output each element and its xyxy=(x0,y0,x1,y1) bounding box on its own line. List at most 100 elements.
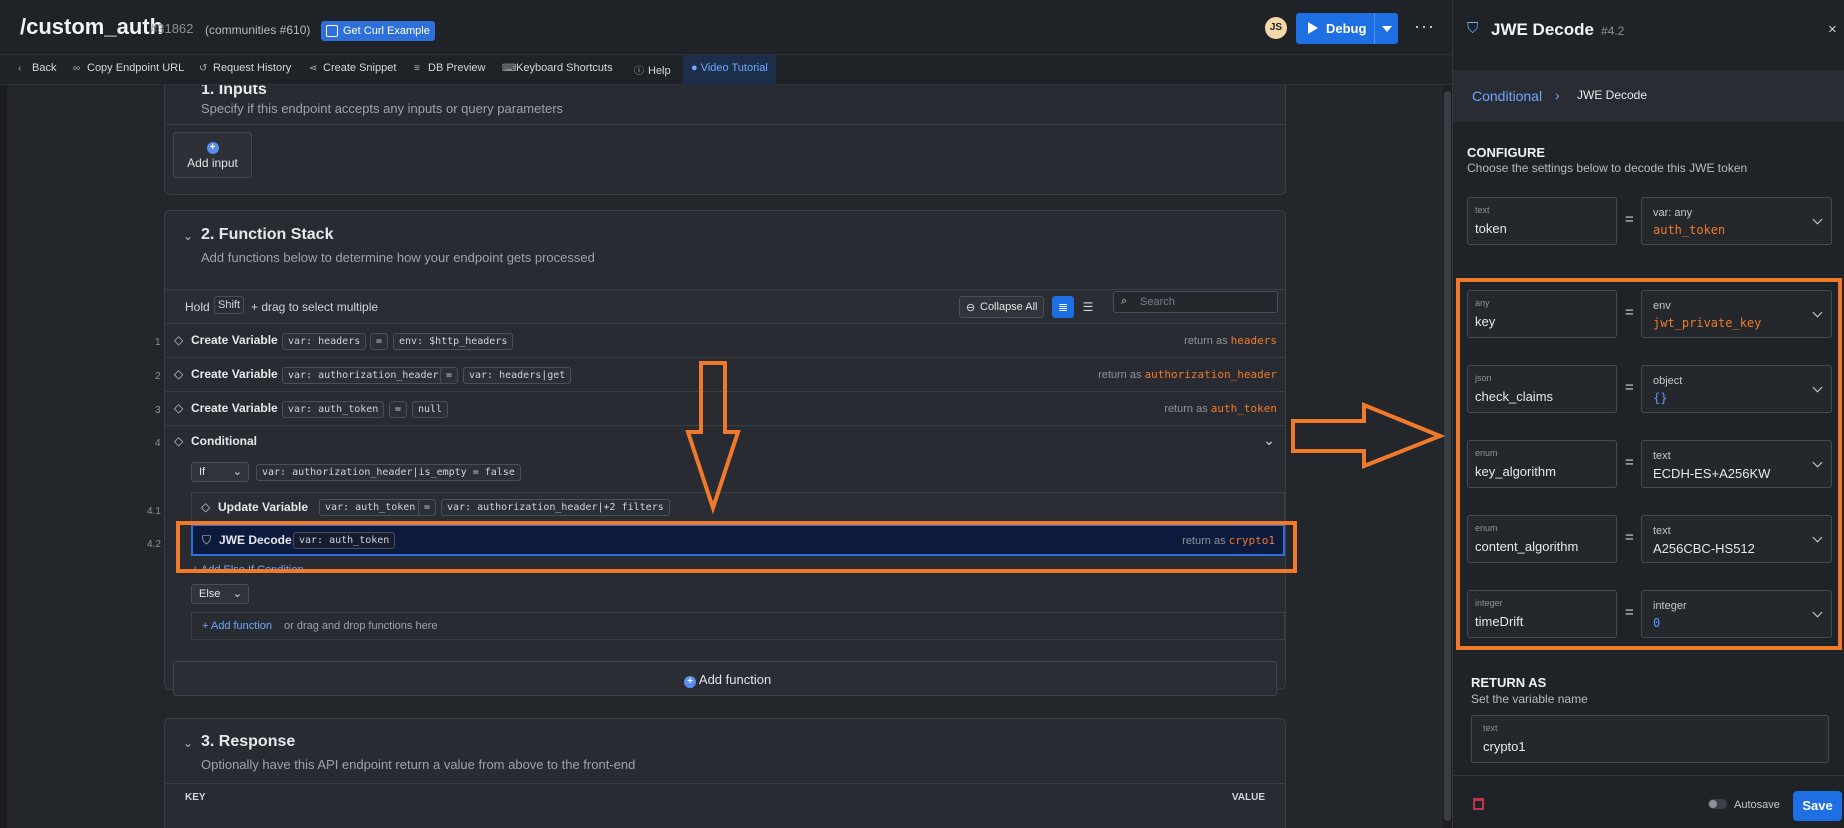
add-input-button[interactable]: + Add input xyxy=(173,132,252,178)
param-name-field[interactable]: any key xyxy=(1467,290,1617,338)
avatar[interactable]: JS xyxy=(1265,17,1287,39)
param-value-field[interactable]: integer 0 xyxy=(1641,590,1832,638)
detail-view-icon[interactable]: ☰ xyxy=(1077,296,1099,318)
copy-endpoint-url-button[interactable]: ∞ Copy Endpoint URL xyxy=(73,62,184,74)
jwe-decode-row[interactable]: ⛉ JWE Decode var: auth_token return as c… xyxy=(191,524,1285,556)
more-icon[interactable]: ··· xyxy=(1414,16,1435,37)
param-name-field[interactable]: integer timeDrift xyxy=(1467,590,1617,638)
get-curl-button[interactable]: Get Curl Example xyxy=(321,21,435,41)
add-function-link[interactable]: + Add function xyxy=(202,620,272,632)
function-row[interactable]: ◇ Update Variable var: auth_token = var:… xyxy=(191,492,1285,522)
if-label: If xyxy=(199,466,206,478)
var-pill: var: authorization_header xyxy=(282,367,445,384)
param-value-field[interactable]: text ECDH-ES+A256KW xyxy=(1641,440,1832,488)
function-row[interactable]: ◇ Create Variable var: authorization_hea… xyxy=(165,357,1285,391)
chevron-down-icon xyxy=(1812,457,1823,468)
function-row[interactable]: ◇ Create Variable var: auth_token = null… xyxy=(165,391,1285,425)
param-name-field[interactable]: enum key_algorithm xyxy=(1467,440,1617,488)
list-view-icon[interactable]: ≣ xyxy=(1052,296,1074,318)
chevron-down-icon[interactable]: ⌄ xyxy=(183,229,193,243)
param-value: auth_token xyxy=(1653,223,1726,237)
create-snippet-button[interactable]: ⋖ Create Snippet xyxy=(309,62,396,74)
keyboard-shortcuts-button[interactable]: ⌨Keyboard Shortcuts xyxy=(502,62,613,74)
chevron-down-icon[interactable]: ⌄ xyxy=(183,736,193,750)
copy-url-label: Copy Endpoint URL xyxy=(87,62,185,74)
param-value-field[interactable]: text A256CBC-HS512 xyxy=(1641,515,1832,563)
value-type: object xyxy=(1653,375,1683,387)
return-value: crypto1 xyxy=(1483,739,1526,754)
trash-icon[interactable] xyxy=(1473,798,1484,810)
return-variable-field[interactable]: text crypto1 xyxy=(1471,715,1829,763)
search-placeholder: Search xyxy=(1140,296,1175,308)
var-pill: var: auth_token xyxy=(293,532,396,549)
add-function-button[interactable]: + Add function xyxy=(173,661,1277,696)
video-tutorial-button[interactable]: ● Video Tutorial xyxy=(683,55,776,85)
equals-pill: = xyxy=(389,401,408,418)
collapse-all-label: Collapse All xyxy=(980,301,1038,313)
param-name-field[interactable]: enum content_algorithm xyxy=(1467,515,1617,563)
panel-title: JWE Decode xyxy=(1491,20,1594,39)
function-row[interactable]: ◇ Create Variable var: headers = env: $h… xyxy=(165,323,1285,357)
breadcrumb-conditional[interactable]: Conditional xyxy=(1472,88,1542,104)
param-name: token xyxy=(1475,221,1507,236)
param-type: enum xyxy=(1475,523,1498,533)
return-as: return as authorization_header xyxy=(1098,368,1277,381)
community-label[interactable]: (communities #610) xyxy=(205,23,310,37)
function-search-input[interactable]: ⌕ Search xyxy=(1113,291,1278,313)
response-subtitle: Optionally have this API endpoint return… xyxy=(201,757,636,772)
conditional-block: ◇ Conditional ⌄ If ⌄ var: authorization_h… xyxy=(165,425,1285,675)
collapse-all-button[interactable]: ⊖ Collapse All xyxy=(959,296,1045,318)
param-name-field[interactable]: text token xyxy=(1467,197,1617,245)
configure-title: CONFIGURE xyxy=(1467,145,1545,160)
value-pill: var: headers|get xyxy=(463,367,572,384)
breadcrumb-current: JWE Decode xyxy=(1577,88,1648,102)
equals-sign: = xyxy=(1625,211,1634,228)
debug-button[interactable]: Debug xyxy=(1296,13,1398,44)
else-dropzone[interactable]: + Add function or drag and drop function… xyxy=(191,612,1285,640)
autosave-label: Autosave xyxy=(1734,799,1780,811)
back-button[interactable]: ‹ Back xyxy=(18,62,56,74)
help-button[interactable]: ⓘ Help xyxy=(634,62,671,77)
function-name: Create Variable xyxy=(191,333,278,347)
param-type: json xyxy=(1475,373,1492,383)
chevron-down-icon[interactable]: ⌄ xyxy=(1263,432,1275,449)
request-history-button[interactable]: ↺ Request History xyxy=(199,62,291,74)
keyboard-icon: ⌨ xyxy=(502,63,517,74)
autosave-toggle[interactable] xyxy=(1708,799,1727,809)
param-name-field[interactable]: json check_claims xyxy=(1467,365,1617,413)
param-value-field[interactable]: var: any auth_token xyxy=(1641,197,1832,245)
chevron-down-icon: ⌄ xyxy=(232,588,242,600)
response-divider xyxy=(165,783,1285,784)
canvas-scroll-thumb[interactable] xyxy=(1444,91,1451,821)
condition-expression[interactable]: var: authorization_header|is_empty = fal… xyxy=(256,464,521,481)
save-button[interactable]: Save xyxy=(1793,791,1842,821)
equals-sign: = xyxy=(1625,604,1634,621)
param-value-field[interactable]: env jwt_private_key xyxy=(1641,290,1832,338)
equals-sign: = xyxy=(1625,529,1634,546)
close-icon[interactable]: × xyxy=(1828,21,1837,38)
else-select[interactable]: Else ⌄ xyxy=(191,584,249,604)
param-type: any xyxy=(1475,298,1490,308)
play-icon xyxy=(1308,22,1318,34)
chevron-down-icon[interactable] xyxy=(1382,26,1392,32)
equals-sign: = xyxy=(1625,379,1634,396)
function-name: JWE Decode xyxy=(219,533,292,547)
row-number: 2 xyxy=(155,371,161,382)
breadcrumb: Conditional › JWE Decode xyxy=(1453,70,1844,122)
equals-sign: = xyxy=(1625,304,1634,321)
param-value: {} xyxy=(1653,391,1668,405)
history-icon: ↺ xyxy=(199,63,208,74)
shield-icon: ⛉ xyxy=(202,533,212,547)
add-else-if-link[interactable]: + Add Else If Condition xyxy=(192,564,304,576)
function-stack-title: 2. Function Stack xyxy=(201,226,334,243)
value-type: text xyxy=(1653,450,1671,462)
external-link-icon xyxy=(326,25,338,37)
param-value-field[interactable]: object {} xyxy=(1641,365,1832,413)
return-var: authorization_header xyxy=(1144,368,1277,381)
return-type: text xyxy=(1483,723,1498,733)
debug-label: Debug xyxy=(1326,21,1367,36)
conditional-name[interactable]: Conditional xyxy=(191,434,257,448)
if-select[interactable]: If ⌄ xyxy=(191,462,249,482)
tag-icon: ◇ xyxy=(174,333,184,347)
db-preview-button[interactable]: ≡ DB Preview xyxy=(414,62,485,74)
